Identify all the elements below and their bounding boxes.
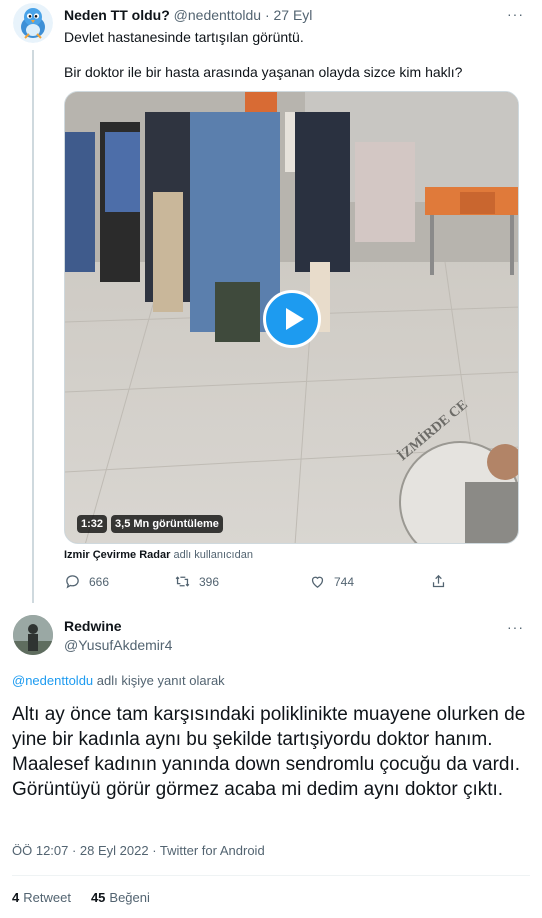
author-name[interactable]: Neden TT oldu? bbox=[64, 7, 170, 23]
reply-tweet[interactable]: Redwine @YusufAkdemir4 ··· @nedenttoldu … bbox=[0, 603, 542, 918]
heart-icon bbox=[311, 576, 324, 588]
replying-to: @nedenttoldu adlı kişiye yanıt olarak bbox=[12, 673, 225, 688]
tweet-text-line: Devlet hastanesinde tartışılan görüntü. bbox=[64, 29, 304, 45]
play-button[interactable] bbox=[263, 290, 321, 348]
more-options-button[interactable]: ··· bbox=[507, 619, 524, 635]
reply-text: Altı ay önce tam karşısındaki poliklinik… bbox=[12, 704, 526, 800]
tweet-text-line: Bir doktor ile bir hasta arasında yaşana… bbox=[64, 64, 463, 80]
likes-label: Beğeni bbox=[109, 890, 150, 905]
media-attribution: Izmir Çevirme Radar adlı kullanıcıdan bbox=[64, 549, 253, 561]
attribution-suffix: adlı kullanıcıdan bbox=[173, 549, 253, 561]
tweet-timestamp[interactable]: ÖÖ 12:07 · 28 Eyl 2022 · Twitter for And… bbox=[12, 843, 265, 858]
thread-line bbox=[32, 50, 34, 603]
author-name[interactable]: Redwine bbox=[64, 618, 122, 634]
retweet-action[interactable]: 396 bbox=[174, 573, 219, 590]
reply-to-suffix: adlı kişiye yanıt olarak bbox=[96, 673, 225, 688]
likes-stat[interactable]: 45 Beğeni bbox=[91, 890, 150, 905]
reply-action[interactable]: 666 bbox=[64, 573, 109, 590]
like-count: 744 bbox=[334, 574, 355, 589]
retweets-count: 4 bbox=[12, 890, 20, 905]
author-handle[interactable]: @nedenttoldu bbox=[174, 7, 261, 23]
avatar[interactable] bbox=[13, 615, 53, 655]
tweet-date[interactable]: · 27 Eyl bbox=[265, 7, 312, 23]
video-meta: 1:32 3,5 Mn görüntüleme bbox=[77, 515, 223, 533]
retweets-stat[interactable]: 4 Retweet bbox=[12, 890, 71, 905]
video-views: 3,5 Mn görüntüleme bbox=[111, 515, 223, 533]
likes-count: 45 bbox=[90, 890, 106, 905]
tweet-text: Devlet hastanesinde tartışılan görüntü. … bbox=[64, 28, 524, 98]
tweet-header: Neden TT oldu? @nedenttoldu · 27 Eyl bbox=[64, 7, 312, 23]
reply-count: 666 bbox=[89, 574, 110, 589]
avatar[interactable] bbox=[13, 3, 53, 43]
engagement-stats: 4 Retweet 45 Beğeni bbox=[12, 890, 150, 905]
divider bbox=[12, 875, 530, 876]
attribution-source[interactable]: Izmir Çevirme Radar bbox=[64, 549, 170, 561]
video-duration: 1:32 bbox=[77, 515, 108, 533]
video-player[interactable]: İZMİRDE CE 1:32 3,5 Mn görüntüleme bbox=[64, 91, 519, 544]
retweet-icon bbox=[175, 576, 190, 587]
author-handle[interactable]: @YusufAkdemir4 bbox=[64, 637, 172, 653]
original-tweet[interactable]: Neden TT oldu? @nedenttoldu · 27 Eyl ···… bbox=[0, 0, 542, 603]
retweets-label: Retweet bbox=[23, 890, 71, 905]
like-action[interactable]: 744 bbox=[309, 573, 354, 590]
profile-photo-icon bbox=[13, 615, 53, 655]
reply-to-link[interactable]: @nedenttoldu bbox=[12, 673, 93, 688]
tweet-actions: 666 396 744 bbox=[64, 573, 484, 595]
more-options-button[interactable]: ··· bbox=[507, 6, 524, 22]
reply-icon bbox=[66, 575, 79, 589]
share-action[interactable] bbox=[430, 573, 447, 590]
retweet-count: 396 bbox=[199, 574, 220, 589]
bird-logo-icon bbox=[13, 3, 53, 43]
share-icon bbox=[432, 574, 445, 588]
